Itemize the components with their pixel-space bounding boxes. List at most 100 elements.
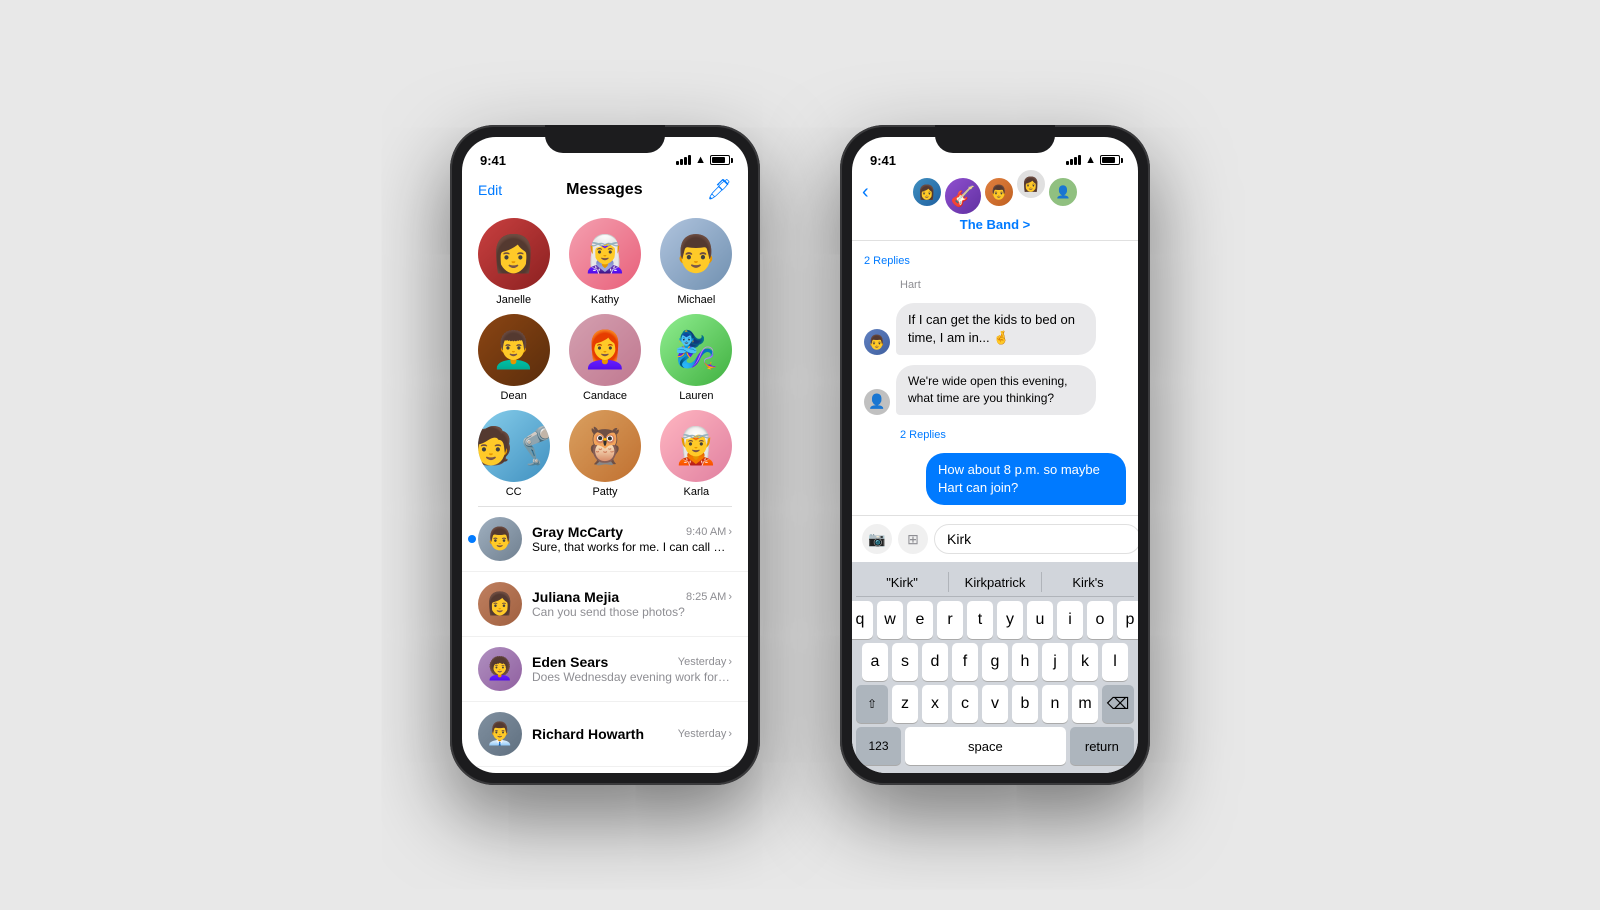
delete-key[interactable]: ⌫	[1102, 685, 1134, 723]
space-key[interactable]: space	[905, 727, 1066, 765]
key-q[interactable]: q	[852, 601, 873, 639]
key-s[interactable]: s	[892, 643, 918, 681]
avatar-dean: 👨‍🦱	[478, 314, 550, 386]
avatar-kathy: 🧝‍♀️	[569, 218, 641, 290]
key-u[interactable]: u	[1027, 601, 1053, 639]
msg-avatar-richard: 👨‍💼	[478, 712, 522, 756]
contact-candace[interactable]: 👩‍🦰 Candace	[563, 314, 646, 402]
wifi-icon: ▲	[695, 154, 706, 166]
msg-preview-gray: Sure, that works for me. I can call Stev…	[532, 540, 732, 554]
key-row-1: q w e r t y u i o p	[856, 601, 1134, 639]
group-name[interactable]: The Band >	[960, 217, 1030, 232]
key-f[interactable]: f	[952, 643, 978, 681]
bubble-hart: If I can get the kids to bed on time, I …	[896, 303, 1096, 355]
key-e[interactable]: e	[907, 601, 933, 639]
contact-dean[interactable]: 👨‍🦱 Dean	[472, 314, 555, 402]
group-avatars: 👩 🎸 👨 👩 👤	[912, 177, 1078, 215]
signal-icon	[676, 155, 691, 165]
msg-name-gray: Gray McCarty	[532, 524, 623, 540]
msg-avatar-eden: 👩‍🦱	[478, 647, 522, 691]
key-i[interactable]: i	[1057, 601, 1083, 639]
key-p[interactable]: p	[1117, 601, 1138, 639]
chat-nav: ‹ 👩 🎸 👨 👩 👤 The Band >	[852, 173, 1138, 241]
key-x[interactable]: x	[922, 685, 948, 723]
autocomplete-1[interactable]: "Kirk"	[856, 573, 948, 592]
message-row-juliana[interactable]: 👩 Juliana Mejia 8:25 AM › Can you send t…	[462, 572, 748, 637]
hart-message-row: 👨 If I can get the kids to bed on time, …	[864, 303, 1126, 355]
msg-name-eden: Eden Sears	[532, 654, 608, 670]
messages-nav: Edit Messages 🖊	[462, 173, 748, 210]
key-v[interactable]: v	[982, 685, 1008, 723]
chat-input-bar: 📷 ⊞ ↑	[852, 515, 1138, 562]
avatar-michael: 👨	[660, 218, 732, 290]
key-g[interactable]: g	[982, 643, 1008, 681]
phone-1: 9:41 ▲ Edit Messages 🖊	[450, 125, 760, 785]
sender-hart: Hart	[900, 279, 1126, 291]
key-w[interactable]: w	[877, 601, 903, 639]
msg-content-eden: Eden Sears Yesterday › Does Wednesday ev…	[532, 654, 732, 684]
compose-button[interactable]: 🖊	[707, 177, 732, 202]
key-n[interactable]: n	[1042, 685, 1068, 723]
contact-patty[interactable]: 🦉 Patty	[563, 410, 646, 498]
key-k[interactable]: k	[1072, 643, 1098, 681]
contact-kathy[interactable]: 🧝‍♀️ Kathy	[563, 218, 646, 306]
chat-avatar-hart: 👨	[864, 329, 890, 355]
msg-time-juliana: 8:25 AM ›	[686, 591, 732, 603]
key-h[interactable]: h	[1012, 643, 1038, 681]
key-c[interactable]: c	[952, 685, 978, 723]
camera-button[interactable]: 📷	[862, 524, 892, 554]
contact-name-kathy: Kathy	[591, 294, 619, 306]
group-avatar-4: 👤	[1048, 177, 1078, 207]
battery-icon-2	[1100, 155, 1120, 165]
msg-time-gray: 9:40 AM ›	[686, 526, 732, 538]
key-b[interactable]: b	[1012, 685, 1038, 723]
contact-lauren[interactable]: 🧞‍♀️ Lauren	[655, 314, 738, 402]
battery-icon	[710, 155, 730, 165]
msg-avatar-gray: 👨	[478, 517, 522, 561]
key-o[interactable]: o	[1087, 601, 1113, 639]
contact-cc[interactable]: 🧑‍🦿 CC	[472, 410, 555, 498]
autocomplete-3[interactable]: Kirk's	[1042, 573, 1134, 592]
sent-message-row: How about 8 p.m. so maybe Hart can join?	[864, 453, 1126, 505]
back-button[interactable]: ‹	[862, 181, 869, 204]
contact-name-michael: Michael	[677, 294, 715, 306]
return-key[interactable]: return	[1070, 727, 1134, 765]
avatar-candace: 👩‍🦰	[569, 314, 641, 386]
contact-janelle[interactable]: 👩 Janelle	[472, 218, 555, 306]
msg-name-richard: Richard Howarth	[532, 726, 644, 742]
key-z[interactable]: z	[892, 685, 918, 723]
contact-name-cc: CC	[506, 486, 522, 498]
appstore-button[interactable]: ⊞	[898, 524, 928, 554]
key-j[interactable]: j	[1042, 643, 1068, 681]
numbers-key[interactable]: 123	[856, 727, 901, 765]
group-avatar-2: 👨	[984, 177, 1014, 207]
chat-avatar-gray: 👤	[864, 389, 890, 415]
key-t[interactable]: t	[967, 601, 993, 639]
message-row-richard[interactable]: 👨‍💼 Richard Howarth Yesterday ›	[462, 702, 748, 767]
message-row-eden[interactable]: 👩‍🦱 Eden Sears Yesterday › Does Wednesda…	[462, 637, 748, 702]
message-row-gray[interactable]: 👨 Gray McCarty 9:40 AM › Sure, that work…	[462, 507, 748, 572]
bubble-gray: We're wide open this evening, what time …	[896, 365, 1096, 415]
msg-preview-juliana: Can you send those photos?	[532, 605, 732, 619]
edit-button[interactable]: Edit	[478, 182, 502, 198]
msg-time-eden: Yesterday ›	[678, 656, 732, 668]
autocomplete-2[interactable]: Kirkpatrick	[949, 573, 1041, 592]
notch-1	[545, 125, 665, 153]
group-avatar-3: 👩	[1016, 169, 1046, 199]
key-y[interactable]: y	[997, 601, 1023, 639]
key-m[interactable]: m	[1072, 685, 1098, 723]
contact-karla[interactable]: 🧝 Karla	[655, 410, 738, 498]
key-r[interactable]: r	[937, 601, 963, 639]
signal-icon-2	[1066, 155, 1081, 165]
replies-label-2: 2 Replies	[900, 425, 1126, 443]
autocomplete-row: "Kirk" Kirkpatrick Kirk's	[856, 568, 1134, 597]
contact-michael[interactable]: 👨 Michael	[655, 218, 738, 306]
key-d[interactable]: d	[922, 643, 948, 681]
message-input[interactable]	[934, 524, 1138, 554]
key-a[interactable]: a	[862, 643, 888, 681]
key-l[interactable]: l	[1102, 643, 1128, 681]
key-row-3: ⇧ z x c v b n m ⌫	[856, 685, 1134, 723]
phone-2: 9:41 ▲ ‹ 👩 🎸 👨 👩	[840, 125, 1150, 785]
key-row-2: a s d f g h j k l	[856, 643, 1134, 681]
shift-key[interactable]: ⇧	[856, 685, 888, 723]
